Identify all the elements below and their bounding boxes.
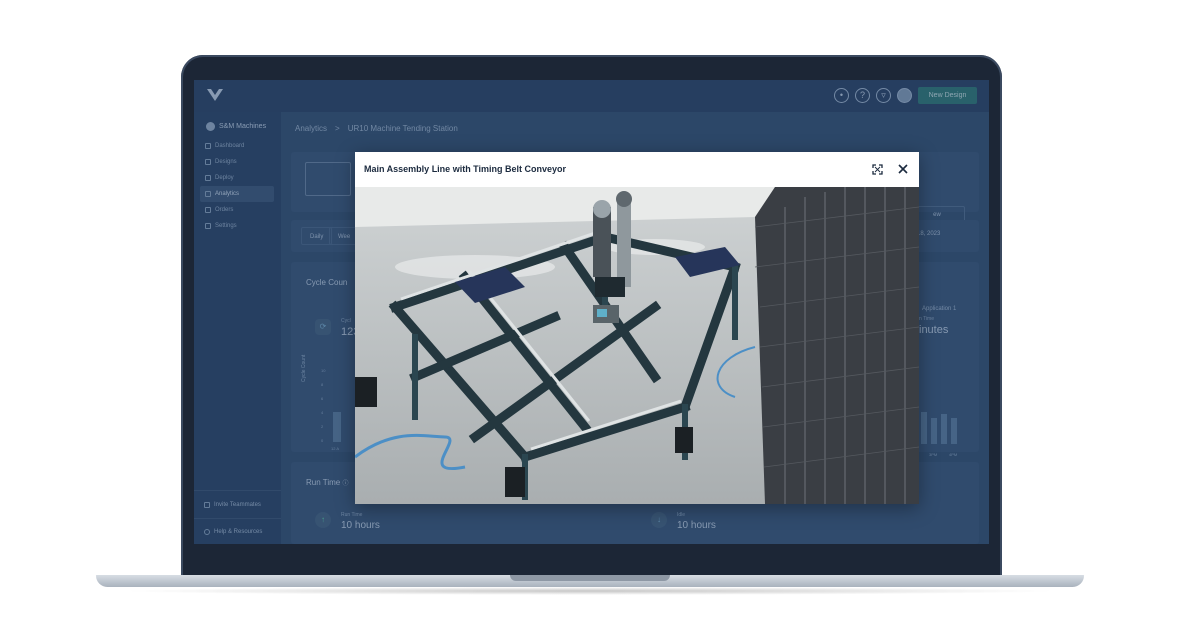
image-modal: Main Assembly Line with Timing Belt Conv… bbox=[355, 152, 919, 504]
laptop-notch bbox=[510, 575, 670, 581]
conveyor-photo bbox=[355, 187, 919, 504]
laptop-screen: • ? ▿ New Design S&M Machines Dashboard … bbox=[194, 80, 989, 544]
close-icon[interactable] bbox=[897, 163, 909, 175]
modal-title: Main Assembly Line with Timing Belt Conv… bbox=[364, 164, 567, 174]
laptop-shadow bbox=[120, 587, 1060, 595]
expand-icon[interactable] bbox=[872, 164, 883, 175]
